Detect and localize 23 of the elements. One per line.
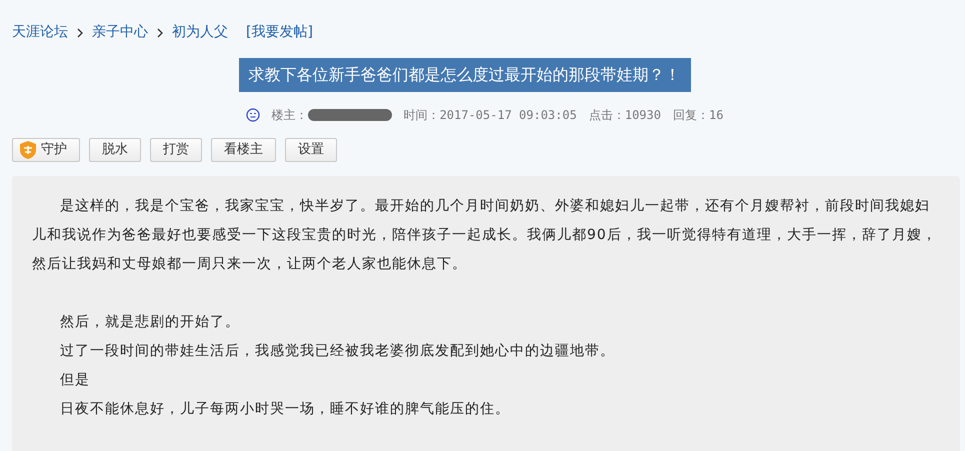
post-paragraph: 但是 — [59, 371, 91, 390]
post-paragraph: 日夜不能休息好，儿子每两小时哭一场，睡不好谁的脾气能压的住。 — [59, 400, 511, 419]
toolbar-button[interactable]: 打赏 — [150, 138, 202, 162]
chevron-icon — [156, 26, 164, 38]
click-count: 点击：10930 — [588, 107, 661, 124]
post-paragraph: 过了一段时间的带娃生活后，我感觉我已经被我老婆彻底发配到她心中的边疆地带。 — [59, 342, 616, 361]
toolbar-button[interactable]: 脱水 — [89, 138, 141, 162]
chevron-icon — [76, 26, 84, 38]
post-title: 求教下各位新手爸爸们都是怎么度过最开始的那段带娃期？！ — [238, 58, 690, 92]
new-post-link[interactable]: [我要发帖] — [246, 22, 313, 43]
smiley-icon — [246, 108, 260, 122]
breadcrumb-link[interactable]: 亲子中心 — [92, 22, 148, 43]
post-paragraph: 是这样的，我是个宝爸，我家宝宝，快半岁了。最开始的几个月时间奶奶、外婆和媳妇儿一起带，还有个月嫂帮衬，前段时间我媳妇儿和我说作为爸爸最好也要感受一下这段宝贵的时光，陪伴孩子一起成长。我俩儿都90后，我一听觉得特有道理，大手一挥，辞了月嫂，然后让我妈和丈母娘都一周只来一次，让两个老人家也能休息下。 — [32, 197, 938, 274]
shield-icon — [18, 140, 38, 160]
breadcrumb-link[interactable]: 天涯论坛 — [12, 22, 68, 43]
toolbar-button[interactable]: 看楼主 — [211, 138, 276, 162]
author-label: 楼主： — [272, 107, 308, 124]
toolbar-button[interactable]: 守护 — [12, 138, 80, 162]
post-paragraph: 然后，就是悲剧的开始了。 — [59, 313, 241, 332]
toolbar-button[interactable]: 设置 — [285, 138, 337, 162]
post-time: 时间：2017-05-17 09:03:05 — [404, 107, 577, 124]
breadcrumb-link[interactable]: 初为人父 — [172, 22, 228, 43]
reply-count: 回复：16 — [672, 107, 724, 124]
